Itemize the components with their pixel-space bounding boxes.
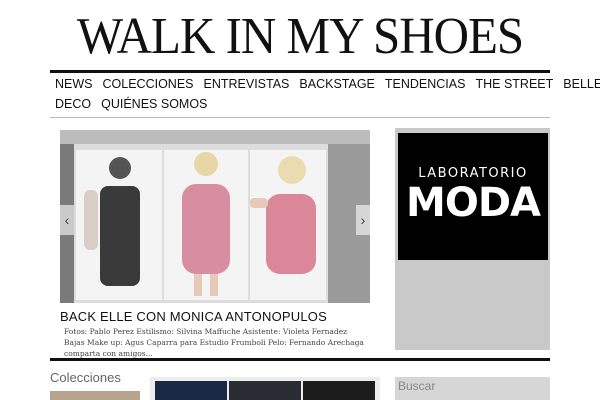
laboratorio-moda-banner[interactable]: LABORATORIO MODA [398,133,548,260]
search-heading: Buscar [398,379,436,393]
banner-line-1: LABORATORIO [418,166,528,181]
banner-line-2: MODA [406,180,541,226]
nav-item-quienes-somos[interactable]: QUIÉNES SOMOS [96,97,212,111]
slider-prev-button[interactable]: ‹ [60,205,74,235]
model-figure-2 [182,152,230,296]
gallery-thumb-3[interactable] [303,381,375,400]
site-logo[interactable]: WALK IN MY SHOES [0,8,600,64]
model-figure-3 [250,156,316,274]
photo-panel-1 [76,150,162,300]
nav-row-1: NEWS COLECCIONES ENTREVISTAS BACKSTAGE T… [50,74,600,94]
nav-item-the-street[interactable]: THE STREET [470,77,558,91]
photo-panel-3 [250,150,326,300]
featured-slide-image[interactable] [60,130,370,303]
nav-item-belleza[interactable]: BELLEZA [558,77,600,91]
nav-item-tendencias[interactable]: TENDENCIAS [380,77,471,91]
colecciones-heading: Colecciones [50,370,121,385]
gallery-thumb-2[interactable] [229,381,301,400]
featured-post-excerpt: Fotos: Pablo Perez Estilismo: Silvina Ma… [64,327,364,358]
nav-row-2: DECO QUIÉNES SOMOS [50,94,550,114]
nav-item-colecciones[interactable]: COLECCIONES [98,77,199,91]
gallery-thumb-1[interactable] [155,381,227,400]
chevron-right-icon: › [360,212,366,228]
nav-item-news[interactable]: NEWS [50,77,98,91]
main-navigation: NEWS COLECCIONES ENTREVISTAS BACKSTAGE T… [50,74,600,114]
featured-post-title[interactable]: BACK ELLE CON MONICA ANTONOPULOS [60,309,327,324]
photo-panel-2 [164,150,248,300]
nav-bottom-divider [50,117,550,118]
slider-next-button[interactable]: › [356,205,370,235]
nav-top-divider [50,70,550,73]
model-figure-1 [84,157,140,286]
chevron-left-icon: ‹ [64,212,70,228]
nav-item-entrevistas[interactable]: ENTREVISTAS [199,77,295,91]
nav-item-deco[interactable]: DECO [50,97,96,111]
photo-toolbar-strip [60,130,370,144]
colecciones-thumbnail[interactable] [50,391,140,400]
section-divider [50,358,550,361]
nav-item-backstage[interactable]: BACKSTAGE [294,77,379,91]
